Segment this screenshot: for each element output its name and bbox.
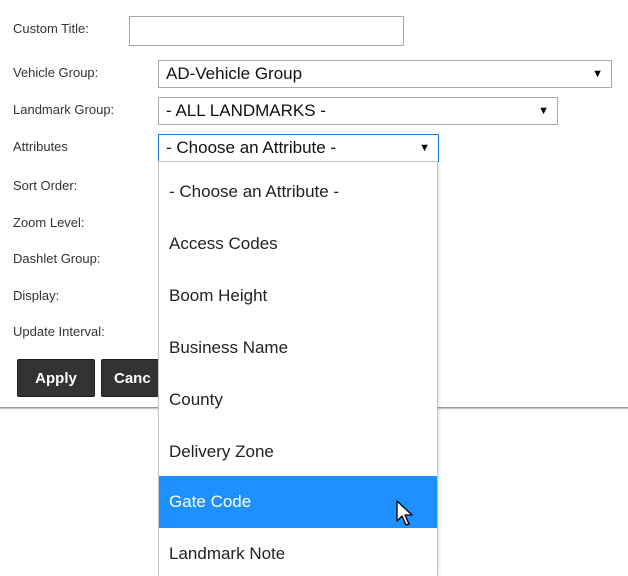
vehicle-group-select[interactable]: AD-Vehicle Group ▼ (158, 60, 612, 88)
apply-button[interactable]: Apply (17, 359, 95, 397)
cancel-button[interactable]: Canc (101, 359, 163, 397)
update-interval-label: Update Interval: (13, 324, 105, 339)
attributes-label: Attributes (13, 139, 68, 154)
vehicle-group-label: Vehicle Group: (13, 65, 99, 80)
chevron-down-icon: ▼ (419, 142, 430, 154)
dropdown-option[interactable]: Boom Height (159, 270, 437, 322)
custom-title-input[interactable] (129, 16, 404, 46)
dropdown-option[interactable]: Access Codes (159, 218, 437, 270)
landmark-group-select[interactable]: - ALL LANDMARKS - ▼ (158, 97, 558, 125)
zoom-level-label: Zoom Level: (13, 215, 85, 230)
dropdown-option[interactable]: County (159, 374, 437, 426)
dashlet-group-label: Dashlet Group: (13, 251, 101, 266)
chevron-down-icon: ▼ (538, 105, 549, 117)
landmark-group-value: - ALL LANDMARKS - (166, 101, 326, 120)
custom-title-label: Custom Title: (13, 21, 89, 36)
attributes-value: - Choose an Attribute - (166, 138, 337, 157)
panel-divider-left (0, 407, 158, 408)
dropdown-option[interactable]: Business Name (159, 322, 437, 374)
dropdown-option[interactable]: - Choose an Attribute - (159, 166, 437, 218)
dashlet-settings-screen: Custom Title: Vehicle Group: AD-Vehicle … (0, 0, 628, 576)
chevron-down-icon: ▼ (592, 68, 603, 80)
sort-order-label: Sort Order: (13, 178, 78, 193)
landmark-group-label: Landmark Group: (13, 102, 115, 117)
arrow-cursor-icon (396, 500, 413, 526)
dropdown-option[interactable]: Delivery Zone (159, 426, 437, 478)
dropdown-option[interactable]: Landmark Note (159, 528, 437, 576)
attributes-select[interactable]: - Choose an Attribute - ▼ (158, 134, 439, 162)
vehicle-group-value: AD-Vehicle Group (166, 64, 303, 83)
panel-divider-right (438, 407, 628, 408)
display-label: Display: (13, 288, 60, 303)
